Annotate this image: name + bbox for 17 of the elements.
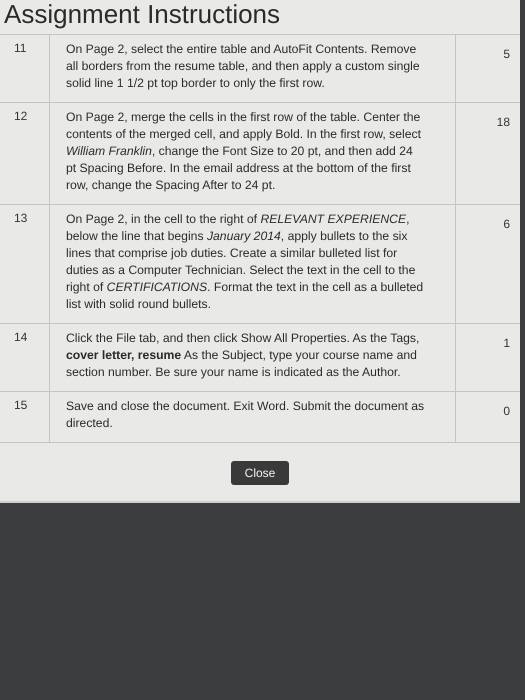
dialog-title: Assignment Instructions [3, 0, 280, 31]
step-points: 6 [502, 216, 511, 233]
step-number: 11 [0, 35, 50, 102]
step-points: 1 [502, 335, 511, 352]
step-number: 15 [0, 392, 50, 442]
step-instruction: On Page 2, select the entire table and AutoFit Contents. Remove all borders from the resume table, and then apply a custom single solid line 1 1/2 pt top border to only the first row. [50, 35, 456, 102]
step-instruction: Save and close the document. Exit Word. Submit the document as directed. [50, 392, 456, 442]
step-number: 14 [0, 324, 50, 391]
step-points: 0 [502, 403, 511, 420]
step-number: 12 [0, 103, 50, 204]
step-points: 18 [496, 114, 511, 131]
step-instruction: On Page 2, merge the cells in the first row of the table. Center the contents of the merged cell, and apply Bold. In the first row, select William Franklin, change the Font Size to 20 pt, and then add 24 pt Spacing Before. In the email address at the bottom of the first row, change the Spacing After to 24 pt. [50, 103, 456, 204]
step-instruction: On Page 2, in the cell to the right of RELEVANT EXPERIENCE, below the line that begins January 2014, apply bullets to the six lines that comprise job duties. Create a similar bulleted list for duties as a Computer Technician. Select the text in the cell to the right of CERTIFICATIONS. Format the text in the cell as a bulleted list with solid round bullets. [50, 205, 456, 323]
step-number: 13 [0, 205, 50, 323]
step-points: 5 [502, 46, 511, 63]
close-button[interactable]: Close [230, 461, 290, 485]
step-instruction: Click the File tab, and then click Show All Properties. As the Tags, cover letter, resume As the Subject, type your course name and section number. Be sure your name is indicated as the Author. [50, 324, 456, 391]
